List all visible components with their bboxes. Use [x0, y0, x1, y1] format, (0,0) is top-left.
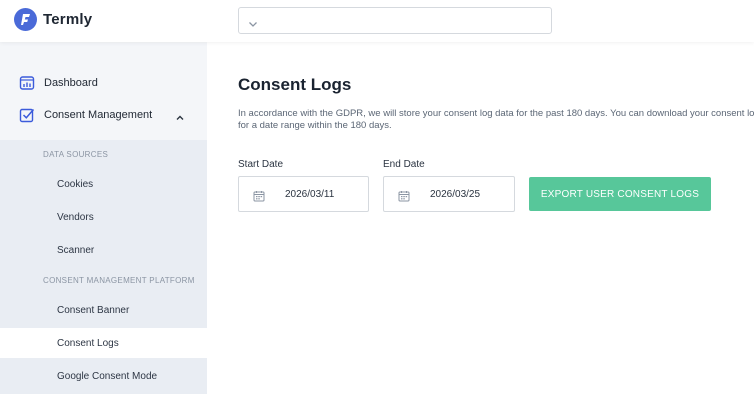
termly-logo-icon — [14, 8, 37, 31]
calendar-icon — [398, 189, 410, 207]
end-date-field[interactable]: 2026/03/25 — [383, 176, 515, 212]
sidebar-item-google-consent-mode[interactable]: Google Consent Mode — [0, 361, 207, 391]
sidebar-item-consent-management[interactable]: Consent Management — [0, 100, 207, 130]
brand[interactable]: Termly — [14, 8, 92, 31]
sidebar-item-label: Vendors — [57, 211, 94, 223]
sidebar-item-scanner[interactable]: Scanner — [0, 235, 207, 265]
main-content: Consent Logs In accordance with the GDPR… — [207, 42, 754, 394]
sidebar-item-vendors[interactable]: Vendors — [0, 202, 207, 232]
sidebar-item-label: Google Consent Mode — [57, 370, 158, 382]
start-date-value: 2026/03/11 — [285, 189, 335, 200]
sidebar: Dashboard Consent Management DATA SOURCE… — [0, 42, 207, 394]
end-date-value: 2026/03/25 — [430, 189, 481, 200]
sidebar-item-label: Scanner — [57, 244, 95, 256]
group-label-cmp: CONSENT MANAGEMENT PLATFORM — [43, 276, 195, 285]
calendar-icon — [253, 189, 265, 207]
sidebar-item-label: Cookies — [57, 178, 94, 190]
end-date-label: End Date — [383, 159, 425, 170]
sidebar-item-cookies[interactable]: Cookies — [0, 169, 207, 199]
sidebar-item-consent-logs[interactable]: Consent Logs — [0, 328, 207, 358]
sidebar-item-dashboard[interactable]: Dashboard — [0, 68, 207, 98]
group-label-data-sources: DATA SOURCES — [43, 150, 109, 159]
page-title: Consent Logs — [238, 75, 352, 94]
top-bar: Termly — [0, 0, 754, 42]
dashboard-icon — [19, 75, 35, 91]
sidebar-item-label: Dashboard — [44, 77, 98, 89]
sidebar-item-label: Consent Banner — [57, 304, 130, 316]
chevron-up-icon[interactable] — [175, 110, 185, 128]
sidebar-item-consent-banner[interactable]: Consent Banner — [0, 295, 207, 325]
sidebar-item-label: Consent Logs — [57, 337, 119, 349]
site-select[interactable] — [238, 7, 552, 34]
start-date-field[interactable]: 2026/03/11 — [238, 176, 369, 212]
export-consent-logs-button[interactable]: EXPORT USER CONSENT LOGS — [529, 177, 711, 211]
sidebar-item-label: Consent Management — [44, 109, 153, 121]
start-date-label: Start Date — [238, 159, 284, 170]
brand-name: Termly — [43, 11, 93, 28]
consent-management-submenu: DATA SOURCES Cookies Vendors Scanner CON… — [0, 140, 207, 394]
checkbox-icon — [19, 107, 35, 123]
intro-text: In accordance with the GDPR, we will sto… — [238, 108, 754, 131]
chevron-down-icon — [248, 16, 258, 34]
